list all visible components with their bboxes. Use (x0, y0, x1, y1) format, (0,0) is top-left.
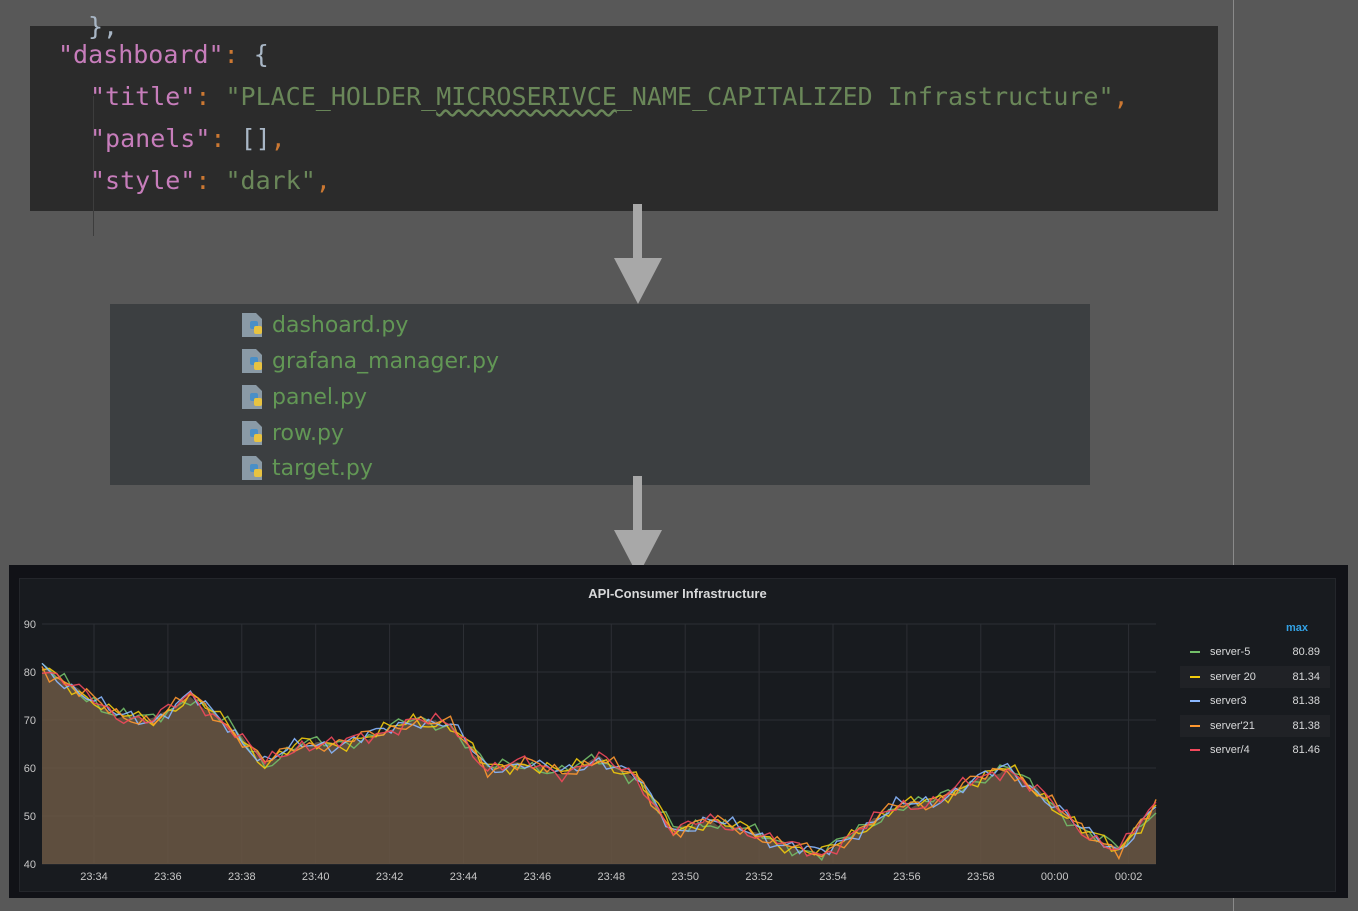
legend-item[interactable]: server/4 81.46 (1180, 739, 1330, 761)
json-value: [] (225, 124, 271, 153)
json-string: _NAME_CAPITALIZED Infrastructure" (616, 82, 1114, 111)
json-comma: , (315, 166, 331, 195)
x-tick-label: 23:42 (376, 871, 404, 883)
python-file-icon (242, 347, 266, 375)
file-item[interactable]: target.py (242, 453, 373, 483)
legend-swatch (1190, 700, 1200, 702)
legend-series-name: server'21 (1210, 719, 1255, 732)
x-tick-label: 00:00 (1041, 871, 1069, 883)
file-list-panel: dashoard.py grafana_manager.py panel.py … (110, 304, 1090, 485)
json-comma: , (1113, 82, 1129, 111)
json-string-typo: MICROSERIVCE (436, 82, 617, 111)
file-name: panel.py (272, 384, 368, 410)
legend-item[interactable]: server'21 81.38 (1180, 714, 1330, 737)
y-tick-label: 70 (24, 715, 36, 727)
down-arrow-icon (614, 476, 662, 576)
json-key: "panels" (90, 124, 211, 153)
legend-series-name: server3 (1210, 695, 1247, 707)
legend-item[interactable]: server 20 81.34 (1180, 665, 1330, 688)
json-key: "dashboard" (58, 40, 224, 69)
x-tick-label: 23:40 (302, 871, 330, 883)
file-item[interactable]: row.py (242, 418, 344, 448)
x-tick-label: 23:54 (819, 871, 847, 883)
file-item[interactable]: grafana_manager.py (242, 346, 499, 376)
python-file-icon (242, 311, 266, 339)
json-key: "title" (90, 82, 196, 111)
graph-panel: API-Consumer Infrastructure 90 80 70 60 50 40… (19, 578, 1336, 892)
x-tick-label: 23:36 (154, 871, 182, 883)
json-comma: , (270, 124, 286, 153)
python-file-icon (242, 383, 266, 411)
y-tick-label: 80 (24, 667, 36, 679)
x-tick-label: 23:56 (893, 871, 921, 883)
y-tick-label: 60 (24, 763, 36, 775)
python-file-icon (242, 454, 266, 482)
x-tick-label: 23:44 (450, 871, 478, 883)
y-tick-label: 50 (24, 811, 36, 823)
code-line-dashboard: "dashboard": { (58, 40, 269, 69)
grafana-dashboard: API-Consumer Infrastructure 90 80 70 60 50 40… (9, 565, 1348, 898)
json-colon: : (210, 124, 226, 153)
legend-swatch (1190, 675, 1200, 678)
code-line-partial: }, (88, 12, 119, 41)
line-chart: 90 80 70 60 50 40 23:34 23:36 23:38 23:40 23:42 23:… (24, 619, 1157, 883)
y-tick-label: 90 (24, 619, 36, 631)
legend-item[interactable]: server-5 80.89 (1180, 641, 1330, 663)
x-tick-label: 23:58 (967, 871, 995, 883)
x-tick-label: 00:02 (1115, 871, 1143, 883)
code-line-panels: "panels": [], (90, 124, 286, 153)
x-tick-label: 23:34 (80, 871, 108, 883)
json-brace: { (238, 40, 269, 69)
y-tick-label: 40 (24, 859, 36, 871)
legend-header-max[interactable]: max (1286, 622, 1308, 634)
legend-item[interactable]: server3 81.38 (1180, 690, 1330, 712)
file-name: grafana_manager.py (272, 348, 499, 374)
series-area-fill (42, 667, 1156, 864)
json-colon: : (223, 40, 239, 69)
legend-max-value: 80.89 (1292, 646, 1320, 658)
x-tick-label: 23:46 (524, 871, 552, 883)
file-item[interactable]: panel.py (242, 382, 367, 412)
x-tick-label: 23:52 (745, 871, 773, 883)
code-line-style: "style": "dark", (90, 166, 331, 195)
legend-max-value: 81.38 (1292, 719, 1320, 732)
code-editor-panel: }, "dashboard": { "title": "PLACE_HOLDER… (30, 12, 1218, 236)
legend-max-value: 81.46 (1292, 744, 1320, 756)
legend-swatch (1190, 749, 1200, 751)
json-key: "style" (90, 166, 196, 195)
x-tick-label: 23:38 (228, 871, 256, 883)
file-name: row.py (272, 420, 344, 446)
legend-series-name: server-5 (1210, 646, 1251, 658)
legend-swatch (1190, 724, 1200, 727)
legend-series-name: server/4 (1210, 744, 1250, 756)
x-tick-label: 23:48 (598, 871, 626, 883)
legend-max-value: 81.38 (1292, 695, 1320, 707)
legend-max-value: 81.34 (1292, 670, 1320, 683)
code-line-title: "title": "PLACE_HOLDER_MICROSERIVCE_NAME… (90, 82, 1129, 111)
file-item[interactable]: dashoard.py (242, 310, 408, 340)
x-tick-label: 23:50 (671, 871, 699, 883)
legend-series-name: server 20 (1210, 670, 1256, 683)
json-colon: : (195, 82, 211, 111)
json-string: "PLACE_HOLDER_ (210, 82, 437, 111)
legend-swatch (1190, 651, 1200, 653)
python-file-icon (242, 419, 266, 447)
file-name: target.py (272, 455, 373, 481)
file-name: dashoard.py (272, 312, 409, 338)
json-string: "dark" (210, 166, 316, 195)
down-arrow-icon (614, 204, 662, 304)
json-colon: : (195, 166, 211, 195)
